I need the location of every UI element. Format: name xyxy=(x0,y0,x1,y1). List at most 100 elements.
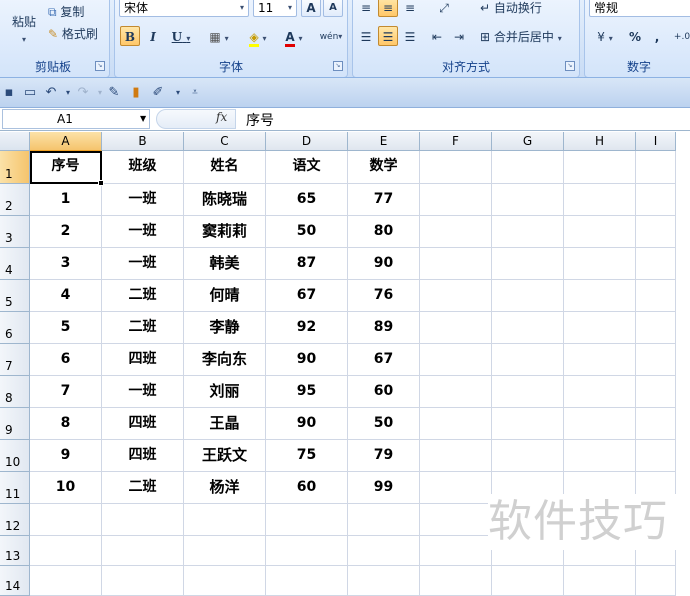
align-top-button[interactable]: ≡ xyxy=(356,0,376,17)
table-cell[interactable]: 9 xyxy=(30,440,102,472)
copy-button[interactable]: ⧉ 复制 xyxy=(47,1,103,21)
chevron-down-icon[interactable]: ▾ xyxy=(170,85,186,101)
column-header-b[interactable]: B xyxy=(102,132,184,151)
dialog-launcher-icon[interactable]: ↘ xyxy=(95,61,105,71)
format-painter-icon[interactable]: ✎ xyxy=(106,85,122,101)
table-cell[interactable] xyxy=(636,280,676,312)
accounting-format-button[interactable]: ¥ ▾ xyxy=(589,26,621,46)
table-cell[interactable] xyxy=(420,376,492,408)
table-cell[interactable] xyxy=(636,566,676,596)
row-header-9[interactable]: 9 xyxy=(0,408,30,440)
redo-icon[interactable]: ↷ xyxy=(75,85,91,101)
table-cell[interactable] xyxy=(266,504,348,536)
table-cell[interactable]: 60 xyxy=(266,472,348,504)
table-cell[interactable] xyxy=(30,504,102,536)
row-header-2[interactable]: 2 xyxy=(0,184,30,216)
table-cell[interactable] xyxy=(348,566,420,596)
insert-function-icon[interactable]: fx xyxy=(216,110,227,124)
align-middle-button[interactable]: ≡ xyxy=(378,0,398,17)
table-cell[interactable]: 何晴 xyxy=(184,280,266,312)
table-cell[interactable] xyxy=(492,408,564,440)
row-header-14[interactable]: 14 xyxy=(0,566,30,596)
table-cell[interactable] xyxy=(492,216,564,248)
table-cell[interactable] xyxy=(184,536,266,566)
table-cell[interactable] xyxy=(636,216,676,248)
table-cell[interactable] xyxy=(636,408,676,440)
header-cell[interactable]: 语文 xyxy=(266,151,348,184)
column-header-h[interactable]: H xyxy=(564,132,636,151)
table-cell[interactable] xyxy=(348,536,420,566)
new-document-icon[interactable]: ▭ xyxy=(22,85,38,101)
row-header-6[interactable]: 6 xyxy=(0,312,30,344)
column-header-g[interactable]: G xyxy=(492,132,564,151)
table-cell[interactable] xyxy=(492,440,564,472)
fill-handle[interactable] xyxy=(98,180,104,186)
decrease-indent-button[interactable]: ⇤ xyxy=(427,26,447,46)
table-cell[interactable] xyxy=(184,504,266,536)
underline-button[interactable]: U ▾ xyxy=(165,26,197,46)
table-cell[interactable]: 6 xyxy=(30,344,102,376)
header-cell[interactable]: 姓名 xyxy=(184,151,266,184)
table-cell[interactable] xyxy=(564,376,636,408)
table-cell[interactable]: 92 xyxy=(266,312,348,344)
table-cell[interactable]: 陈晓瑞 xyxy=(184,184,266,216)
table-cell[interactable] xyxy=(564,184,636,216)
save-icon[interactable]: ▪ xyxy=(1,85,17,101)
table-cell[interactable] xyxy=(492,312,564,344)
row-header-12[interactable]: 12 xyxy=(0,504,30,536)
number-format-select[interactable]: 常规 xyxy=(589,0,690,17)
table-cell[interactable] xyxy=(266,566,348,596)
table-cell[interactable]: 一班 xyxy=(102,216,184,248)
align-center-button[interactable]: ☰ xyxy=(378,26,398,46)
column-header-e[interactable]: E xyxy=(348,132,420,151)
table-cell[interactable]: 50 xyxy=(266,216,348,248)
increase-decimal-button[interactable]: +.0 xyxy=(671,26,690,46)
table-cell[interactable]: 二班 xyxy=(102,280,184,312)
table-cell[interactable] xyxy=(636,440,676,472)
table-cell[interactable]: 窦莉莉 xyxy=(184,216,266,248)
table-cell[interactable]: 5 xyxy=(30,312,102,344)
table-cell[interactable] xyxy=(492,344,564,376)
row-header-11[interactable]: 11 xyxy=(0,472,30,504)
table-cell[interactable] xyxy=(636,376,676,408)
row-header-5[interactable]: 5 xyxy=(0,280,30,312)
header-cell[interactable] xyxy=(564,151,636,184)
table-cell[interactable] xyxy=(636,312,676,344)
table-cell[interactable]: 65 xyxy=(266,184,348,216)
table-cell[interactable] xyxy=(564,280,636,312)
table-cell[interactable] xyxy=(420,440,492,472)
table-cell[interactable]: 95 xyxy=(266,376,348,408)
chevron-down-icon[interactable]: ▼ xyxy=(140,114,146,123)
table-cell[interactable]: 76 xyxy=(348,280,420,312)
table-cell[interactable]: 四班 xyxy=(102,344,184,376)
column-header-d[interactable]: D xyxy=(266,132,348,151)
table-cell[interactable]: 王跃文 xyxy=(184,440,266,472)
table-cell[interactable]: 60 xyxy=(348,376,420,408)
paste-button[interactable]: 粘贴 ▾ xyxy=(7,13,41,53)
dialog-launcher-icon[interactable]: ↘ xyxy=(565,61,575,71)
table-cell[interactable] xyxy=(564,440,636,472)
table-cell[interactable] xyxy=(420,280,492,312)
table-cell[interactable] xyxy=(492,376,564,408)
table-cell[interactable]: 75 xyxy=(266,440,348,472)
table-cell[interactable]: 79 xyxy=(348,440,420,472)
table-cell[interactable] xyxy=(420,248,492,280)
row-header-13[interactable]: 13 xyxy=(0,536,30,566)
table-cell[interactable]: 90 xyxy=(266,408,348,440)
increase-indent-button[interactable]: ⇥ xyxy=(449,26,469,46)
table-cell[interactable] xyxy=(420,536,492,566)
font-size-select[interactable]: 11 ▾ xyxy=(253,0,297,17)
header-cell[interactable] xyxy=(636,151,676,184)
table-cell[interactable] xyxy=(102,566,184,596)
table-cell[interactable]: 4 xyxy=(30,280,102,312)
table-cell[interactable]: 77 xyxy=(348,184,420,216)
table-cell[interactable]: 二班 xyxy=(102,472,184,504)
table-cell[interactable]: 一班 xyxy=(102,184,184,216)
comma-style-button[interactable]: , xyxy=(647,26,667,46)
grow-font-button[interactable]: A xyxy=(301,0,321,17)
shrink-font-button[interactable]: A xyxy=(323,0,343,17)
row-header-3[interactable]: 3 xyxy=(0,216,30,248)
table-cell[interactable] xyxy=(266,536,348,566)
table-cell[interactable] xyxy=(420,566,492,596)
formula-input[interactable]: 序号 xyxy=(246,110,274,130)
